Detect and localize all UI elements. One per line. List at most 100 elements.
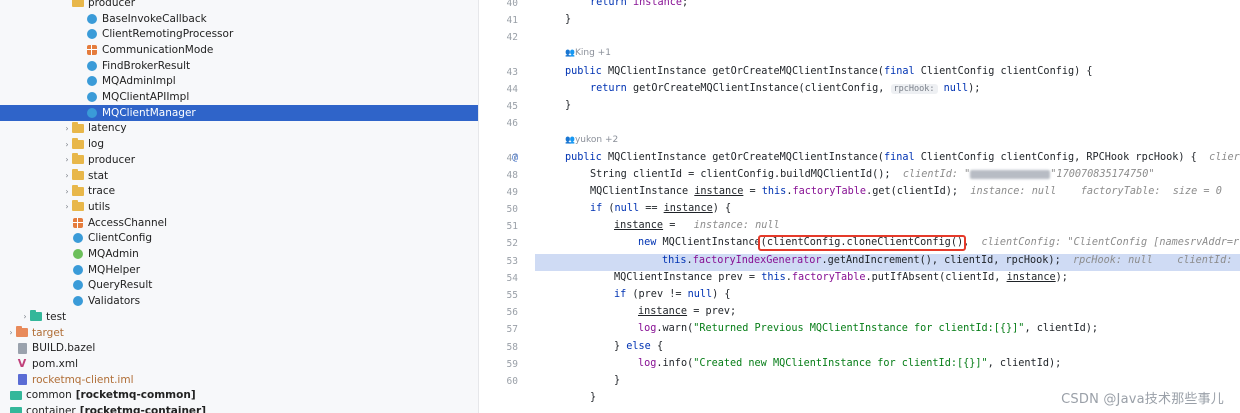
field: factoryTable — [791, 272, 866, 283]
tree-item[interactable]: › test — [0, 309, 478, 325]
code-text: MQClientInstance getOrCreateMQClientInst… — [607, 152, 884, 163]
code-text: getOrCreateMQClientInstance(clientConfig… — [632, 83, 891, 94]
keyword: this — [761, 186, 787, 197]
code-text: , clientId); — [1024, 323, 1099, 334]
field: factoryIndexGenerator — [692, 255, 822, 266]
class-icon-glyph — [87, 76, 97, 87]
code-line[interactable]: } else { — [614, 341, 663, 352]
code-line[interactable]: this.factoryIndexGenerator.getAndIncreme… — [662, 255, 1232, 266]
tree-item[interactable]: MQAdminImpl — [0, 74, 478, 90]
code-line[interactable]: instance = instance: null — [614, 220, 780, 231]
code-line[interactable]: public MQClientInstance getOrCreateMQCli… — [565, 152, 1240, 163]
author-hint[interactable]: yukon +2 — [565, 135, 618, 145]
chevron-right-icon[interactable]: › — [62, 155, 72, 164]
folder-icon-glyph — [72, 184, 84, 196]
tree-item[interactable]: MQClientManager — [0, 104, 478, 121]
class-icon-glyph — [73, 280, 83, 291]
tree-item[interactable]: › log — [0, 136, 478, 152]
code-editor[interactable]: 40 41 42 43 44 45 46 47 @ 48 49 50 51 52… — [480, 0, 1240, 413]
tree-item[interactable]: CommunicationMode — [0, 42, 478, 58]
chevron-right-icon[interactable]: › — [62, 124, 72, 133]
tree-item[interactable]: FindBrokerResult — [0, 58, 478, 74]
code-line[interactable]: String clientId = clientConfig.buildMQCl… — [590, 169, 1155, 180]
tree-item[interactable]: › trace — [0, 183, 478, 199]
code-text: ) { — [712, 203, 732, 214]
code-line[interactable]: if (null == instance) { — [590, 203, 731, 214]
tree-item[interactable]: › producer — [0, 152, 478, 168]
chevron-right-icon[interactable]: › — [62, 171, 72, 180]
tree-item[interactable]: › stat — [0, 168, 478, 184]
class-icon — [86, 107, 98, 118]
folder-icon — [72, 184, 84, 197]
code-line[interactable]: return instance; — [590, 0, 688, 8]
line-number: 59 — [506, 359, 518, 370]
tree-item-label: utils — [88, 200, 111, 213]
keyword: new — [638, 237, 663, 248]
module-icon-glyph — [10, 406, 22, 413]
tree-item[interactable]: › latency — [0, 121, 478, 137]
tree-item-label: AccessChannel — [88, 216, 168, 229]
tree-item[interactable]: AccessChannel — [0, 215, 478, 231]
tree-item[interactable]: MQClientAPIImpl — [0, 89, 478, 105]
code-line[interactable]: if (prev != null) { — [614, 289, 731, 300]
tree-item[interactable]: rocketmq-client.iml — [0, 372, 478, 388]
folder-icon — [72, 137, 84, 150]
keyword: return — [590, 0, 633, 8]
enum-icon — [72, 217, 84, 228]
tree-item[interactable]: MQHelper — [0, 262, 478, 278]
code-line[interactable]: } — [614, 375, 620, 386]
tree-item[interactable]: Validators — [0, 293, 478, 309]
code-line[interactable]: instance = prev; — [638, 306, 736, 317]
module-icon — [10, 390, 22, 401]
chevron-right-icon[interactable]: › — [62, 140, 72, 149]
tree-item[interactable]: Vpom.xml — [0, 356, 478, 372]
tree-item[interactable]: › utils — [0, 199, 478, 215]
tree-item-label: test — [46, 310, 67, 323]
debug-value-hint: instance: null — [693, 220, 780, 231]
field: factoryTable — [792, 186, 867, 197]
line-number: 50 — [506, 204, 518, 215]
annotation-highlight-box — [758, 235, 966, 251]
debug-value-hint: clier — [1209, 152, 1240, 163]
tree-item[interactable]: MQAdmin — [0, 246, 478, 262]
tree-item-label: trace — [88, 185, 116, 198]
tree-item[interactable]: ClientRemotingProcessor — [0, 26, 478, 42]
tree-item-label: MQAdminImpl — [102, 75, 176, 88]
code-line[interactable]: public MQClientInstance getOrCreateMQCli… — [565, 66, 1093, 77]
chevron-right-icon[interactable]: › — [62, 202, 72, 211]
project-tree[interactable]: producer BaseInvokeCallback ClientRemoting… — [0, 0, 479, 413]
tree-item-label: MQAdmin — [88, 248, 139, 261]
chevron-right-icon[interactable]: › — [6, 328, 16, 337]
keyword: null — [687, 289, 713, 300]
tree-item[interactable]: BaseInvokeCallback — [0, 11, 478, 27]
tree-item[interactable]: QueryResult — [0, 278, 478, 294]
tree-item[interactable]: container [rocketmq-container] — [0, 403, 478, 413]
code-line[interactable]: return getOrCreateMQClientInstance(clien… — [590, 83, 980, 94]
code-line[interactable]: MQClientInstance prev = this.factoryTabl… — [614, 272, 1068, 283]
code-line[interactable]: } — [590, 392, 596, 403]
code-line[interactable]: } — [565, 14, 571, 25]
tree-item[interactable]: BUILD.bazel — [0, 340, 478, 356]
code-line[interactable]: log.info("Created new MQClientInstance f… — [638, 358, 1061, 369]
code-line[interactable]: MQClientInstance instance = this.factory… — [590, 186, 1222, 197]
override-marker-icon[interactable]: @ — [512, 152, 518, 163]
line-number: 42 — [506, 32, 518, 43]
bazel-file-icon — [16, 342, 28, 354]
code-line[interactable]: } — [565, 100, 571, 111]
watermark: CSDN @Java技术那些事儿 — [1061, 392, 1224, 407]
tree-item[interactable]: producer — [0, 0, 478, 11]
tree-item[interactable]: common [rocketmq-common] — [0, 388, 478, 404]
chevron-right-icon[interactable]: › — [20, 312, 30, 321]
maven-icon-glyph: V — [17, 357, 27, 371]
code-text: .putIfAbsent(clientId, — [865, 272, 1007, 283]
code-line[interactable]: log.warn("Returned Previous MQClientInst… — [638, 323, 1098, 334]
chevron-right-icon[interactable]: › — [62, 187, 72, 196]
class-icon-glyph — [87, 107, 97, 118]
tree-item[interactable]: › target — [0, 325, 478, 341]
keyword: null — [614, 203, 640, 214]
tree-item[interactable]: ClientConfig — [0, 231, 478, 247]
code-text: } — [614, 341, 627, 352]
class-icon-glyph — [73, 296, 83, 307]
author-hint[interactable]: King +1 — [565, 48, 611, 58]
keyword: else — [626, 341, 657, 352]
